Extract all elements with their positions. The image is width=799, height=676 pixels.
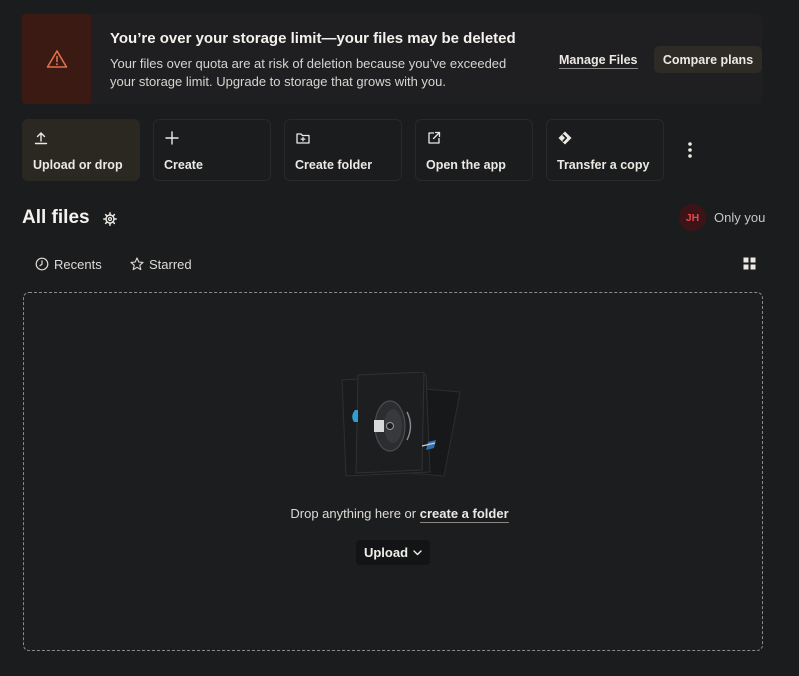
tab-starred-label: Starred xyxy=(149,256,192,272)
more-options-icon[interactable] xyxy=(684,140,696,160)
open-the-app-label: Open the app xyxy=(426,158,506,172)
folder-plus-icon xyxy=(296,133,310,144)
upload-icon xyxy=(34,132,48,145)
plus-icon xyxy=(165,131,179,145)
transfer-icon xyxy=(558,131,572,145)
upload-button-label: Upload xyxy=(363,545,409,560)
tab-recents-label: Recents xyxy=(54,256,102,272)
storage-warning-banner: You’re over your storage limit—your file… xyxy=(22,14,762,104)
star-icon xyxy=(130,257,144,271)
gear-icon[interactable] xyxy=(102,211,118,227)
upload-dropdown-button[interactable]: Upload xyxy=(356,540,430,565)
tab-starred[interactable]: Starred xyxy=(130,255,192,273)
drop-prompt-text: Drop anything here or xyxy=(290,506,417,521)
create-folder-link[interactable]: create a folder xyxy=(419,506,509,523)
page-title: All files xyxy=(22,207,90,228)
warning-icon-box xyxy=(22,14,91,104)
tab-recents[interactable]: Recents xyxy=(35,255,102,273)
transfer-a-copy-label: Transfer a copy xyxy=(557,158,650,172)
upload-or-drop-button[interactable]: Upload or drop xyxy=(22,119,140,181)
open-the-app-button[interactable]: Open the app xyxy=(415,119,533,181)
banner-body: Your files over quota are at risk of del… xyxy=(110,56,507,89)
upload-or-drop-label: Upload or drop xyxy=(33,158,123,172)
transfer-a-copy-button[interactable]: Transfer a copy xyxy=(546,119,664,181)
grid-view-icon[interactable] xyxy=(743,257,756,270)
create-button[interactable]: Create xyxy=(153,119,271,181)
create-folder-label: Create folder xyxy=(295,158,373,172)
avatar[interactable]: JH xyxy=(679,204,706,231)
empty-state-illustration xyxy=(341,372,461,477)
create-label: Create xyxy=(164,158,203,172)
warning-triangle-icon xyxy=(46,50,67,68)
drop-prompt: Drop anything here or create a folder xyxy=(0,506,799,523)
clock-icon xyxy=(35,257,49,271)
banner-title: You’re over your storage limit—your file… xyxy=(110,30,516,47)
external-link-icon xyxy=(428,131,441,144)
create-folder-button[interactable]: Create folder xyxy=(284,119,402,181)
manage-files-link[interactable]: Manage Files xyxy=(559,53,638,69)
sharing-status: Only you xyxy=(714,210,766,225)
compare-plans-button[interactable]: Compare plans xyxy=(654,46,762,73)
chevron-down-icon xyxy=(413,549,422,555)
